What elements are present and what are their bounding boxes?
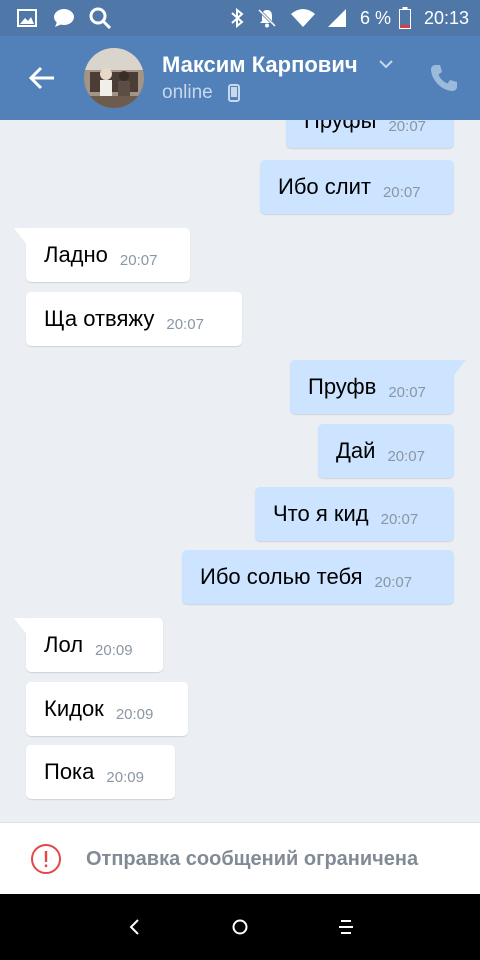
- message-incoming[interactable]: Пока 20:09: [26, 745, 175, 799]
- message-text: Ща отвяжу: [44, 306, 155, 331]
- message-time: 20:07: [166, 315, 204, 333]
- message-time: 20:09: [106, 768, 144, 786]
- message-outgoing[interactable]: Дай 20:07: [318, 424, 454, 478]
- message-incoming[interactable]: Ладно 20:07: [14, 228, 190, 282]
- message-time: 20:09: [95, 641, 133, 659]
- message-list[interactable]: Пруфы 20:07 Ибо слит 20:07 Ладно 20:07 Щ…: [0, 120, 480, 822]
- mute-icon: [256, 8, 278, 28]
- message-time: 20:07: [387, 447, 425, 465]
- message-text: Пруфв: [308, 374, 377, 399]
- bubble-tail: [14, 228, 28, 246]
- message-time: 20:07: [388, 383, 426, 401]
- message-time: 20:09: [115, 705, 154, 723]
- system-nav-bar: [0, 894, 480, 960]
- message-outgoing[interactable]: Пруфы 20:07: [286, 120, 454, 148]
- chat-bubble-icon: [52, 8, 76, 28]
- bluetooth-icon: [228, 8, 246, 28]
- message-time: 20:07: [388, 120, 427, 135]
- message-text: Ибо солью тебя: [200, 564, 363, 589]
- battery-icon: [398, 7, 412, 29]
- messaging-restricted-notice: Отправка сообщений ограничена: [0, 822, 480, 894]
- mobile-device-icon: [228, 84, 240, 102]
- warning-icon: [31, 844, 61, 874]
- bubble-tail: [14, 618, 28, 636]
- message-outgoing[interactable]: Пруфв 20:07: [290, 360, 466, 414]
- avatar[interactable]: [84, 48, 144, 108]
- message-outgoing[interactable]: Ибо солью тебя 20:07: [182, 550, 454, 604]
- message-time: 20:07: [119, 251, 158, 269]
- search-icon: [88, 7, 112, 29]
- signal-icon: [326, 8, 348, 28]
- message-incoming[interactable]: Кидок 20:09: [26, 682, 188, 736]
- message-text: Ладно: [44, 242, 108, 267]
- battery-percent: 6 %: [360, 8, 392, 28]
- clock: 20:13: [424, 8, 470, 28]
- phone-call-icon[interactable]: [428, 62, 460, 94]
- message-time: 20:07: [382, 183, 421, 201]
- menu-nav-icon[interactable]: [334, 915, 358, 939]
- contact-name[interactable]: Максим Карпович: [162, 52, 358, 78]
- message-text: Пруфы: [304, 120, 377, 133]
- wifi-icon: [290, 8, 316, 28]
- message-incoming[interactable]: Ща отвяжу 20:07: [26, 292, 242, 346]
- message-text: Лол: [44, 632, 84, 657]
- message-time: 20:07: [374, 573, 413, 591]
- message-text: Ибо слит: [278, 174, 371, 199]
- back-arrow-icon[interactable]: [24, 60, 60, 96]
- bubble-tail: [452, 360, 466, 378]
- message-text: Дай: [336, 438, 376, 463]
- home-nav-icon[interactable]: [228, 915, 252, 939]
- message-outgoing[interactable]: Что я кид 20:07: [255, 487, 454, 541]
- status-bar: 6 % 20:13: [0, 0, 480, 36]
- notice-text: Отправка сообщений ограничена: [86, 848, 419, 870]
- message-text: Пока: [44, 759, 95, 784]
- back-nav-icon[interactable]: [122, 915, 146, 939]
- message-text: Что я кид: [273, 501, 369, 526]
- message-text: Кидок: [44, 696, 104, 721]
- contact-status: online: [162, 82, 213, 103]
- message-outgoing[interactable]: Ибо слит 20:07: [260, 160, 454, 214]
- image-icon: [16, 8, 38, 28]
- message-time: 20:07: [380, 510, 419, 528]
- message-incoming[interactable]: Лол 20:09: [14, 618, 163, 672]
- chat-header: Максим Карпович online: [0, 36, 480, 120]
- chevron-down-icon[interactable]: [378, 56, 394, 72]
